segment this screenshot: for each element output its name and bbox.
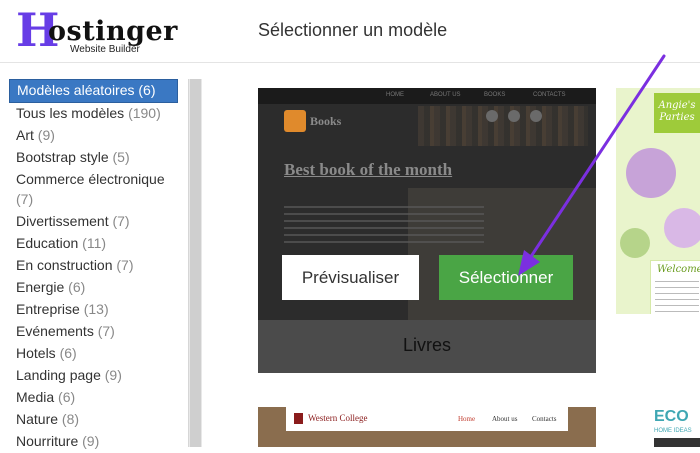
college-nav-about: About us xyxy=(492,415,518,423)
category-count: (6) xyxy=(59,345,77,361)
category-count: (8) xyxy=(61,411,80,427)
college-brand: Western College xyxy=(308,413,368,423)
category-count: (9) xyxy=(104,367,122,383)
welcome-text xyxy=(655,281,699,313)
welcome-heading: Welcome xyxy=(657,264,700,275)
category-count: (7) xyxy=(97,323,115,339)
hostinger-logo[interactable]: H ostinger Website Builder xyxy=(16,6,178,58)
category-count: (9) xyxy=(37,127,55,143)
category-item[interactable]: Media (6) xyxy=(9,387,178,409)
category-count: (6) xyxy=(58,389,76,405)
thumb-heading: Best book of the month xyxy=(284,160,453,179)
template-thumbnail-books[interactable]: HOME ABOUT US BOOKS CONTACTS Books Best … xyxy=(258,88,596,320)
thumbnail-nav: HOME ABOUT US BOOKS CONTACTS xyxy=(258,88,596,104)
logo-wordmark: ostinger xyxy=(48,16,178,47)
eco-nav-bar xyxy=(654,438,700,447)
thumb-nav-contacts: CONTACTS xyxy=(533,92,566,98)
party-title-line1: Angie's xyxy=(658,100,696,111)
page-title: Sélectionner un modèle xyxy=(258,20,448,40)
category-item[interactable]: Landing page (9) xyxy=(9,365,178,387)
category-label: Nature xyxy=(16,411,59,427)
party-title-banner: Angie's Parties xyxy=(654,93,700,133)
leaf-image xyxy=(620,228,650,258)
facebook-icon xyxy=(486,110,498,122)
category-item[interactable]: Education (11) xyxy=(9,233,178,255)
category-item[interactable]: Art (9) xyxy=(9,125,178,147)
category-item[interactable]: Evénements (7) xyxy=(9,321,178,343)
college-nav-contacts: Contacts xyxy=(532,415,557,423)
college-nav-home: Home xyxy=(458,415,476,423)
party-title: Angie's Parties xyxy=(654,100,700,124)
bookshelf-image xyxy=(418,106,588,146)
template-card-eco[interactable]: ECO HOME IDEAS xyxy=(616,407,700,447)
eco-logo: ECO xyxy=(654,408,689,425)
category-label: Hotels xyxy=(16,345,56,361)
category-item[interactable]: Energie (6) xyxy=(9,277,178,299)
college-header: Western College Home About us Contacts xyxy=(286,407,568,431)
twitter-icon xyxy=(508,110,520,122)
welcome-box: Welcome xyxy=(650,260,700,314)
thumb-body-text xyxy=(284,206,484,246)
category-label: Modèles aléatoires (6) xyxy=(17,82,156,98)
category-label: Art xyxy=(16,127,34,143)
category-label: Evénements xyxy=(16,323,94,339)
category-item[interactable]: Modèles aléatoires (6) xyxy=(9,79,178,103)
category-list: Modèles aléatoires (6) Tous les modèles (… xyxy=(9,79,178,453)
category-label: Energie xyxy=(16,279,65,295)
category-count: (6) xyxy=(68,279,86,295)
category-label: Tous les modèles xyxy=(16,105,125,121)
template-card-parties[interactable]: Angie's Parties Welcome xyxy=(616,88,700,314)
book-icon xyxy=(284,110,306,132)
category-count: (190) xyxy=(128,105,161,121)
category-label: Divertissement xyxy=(16,213,109,229)
scrollbar-thumb[interactable] xyxy=(190,79,201,447)
category-count: (5) xyxy=(112,149,130,165)
top-header: H ostinger Website Builder Sélectionner … xyxy=(0,0,700,63)
thumb-nav-about: ABOUT US xyxy=(430,92,461,98)
category-item[interactable]: Tous les modèles (190) xyxy=(9,103,178,125)
select-button[interactable]: Sélectionner xyxy=(439,255,573,300)
google-plus-icon xyxy=(530,110,542,122)
preview-button[interactable]: Prévisualiser xyxy=(282,255,419,300)
category-item[interactable]: Nature (8) xyxy=(9,409,178,431)
category-item[interactable]: Entreprise (13) xyxy=(9,299,178,321)
category-label: En construction xyxy=(16,257,113,273)
category-label: Media xyxy=(16,389,55,405)
thumb-brand: Books xyxy=(310,114,342,128)
category-item[interactable]: Commerce électronique (7) xyxy=(9,169,178,211)
college-logo-icon xyxy=(294,413,303,424)
template-name: Livres xyxy=(258,320,596,373)
category-item[interactable]: Bootstrap style (5) xyxy=(9,147,178,169)
category-count: (7) xyxy=(112,213,130,229)
category-item[interactable]: Divertissement (7) xyxy=(9,211,178,233)
category-label: Bootstrap style xyxy=(16,149,109,165)
category-item[interactable]: En construction (7) xyxy=(9,255,178,277)
category-label: Landing page xyxy=(16,367,101,383)
sidebar-scrollbar[interactable] xyxy=(188,79,202,447)
category-count: (7) xyxy=(116,257,134,273)
category-label: Entreprise xyxy=(16,301,80,317)
thumb-nav-home: HOME xyxy=(386,92,404,98)
category-item[interactable]: Nourriture (9) xyxy=(9,431,178,453)
category-label: Commerce électronique xyxy=(16,171,165,187)
category-count: (7) xyxy=(16,191,34,207)
template-card-books[interactable]: HOME ABOUT US BOOKS CONTACTS Books Best … xyxy=(258,88,596,373)
thumb-nav-books: BOOKS xyxy=(484,92,506,98)
party-title-line2: Parties xyxy=(659,112,695,123)
category-count: (13) xyxy=(83,301,109,317)
category-count: (11) xyxy=(82,235,107,251)
category-sidebar: Modèles aléatoires (6) Tous les modèles (… xyxy=(9,79,202,449)
logo-subtitle: Website Builder xyxy=(70,44,140,55)
template-card-college[interactable]: Western College Home About us Contacts xyxy=(258,407,596,447)
flower-image xyxy=(626,148,676,198)
category-item[interactable]: Hotels (6) xyxy=(9,343,178,365)
flower-image-2 xyxy=(664,208,700,248)
category-label: Education xyxy=(16,235,79,251)
eco-subtitle: HOME IDEAS xyxy=(654,428,692,434)
